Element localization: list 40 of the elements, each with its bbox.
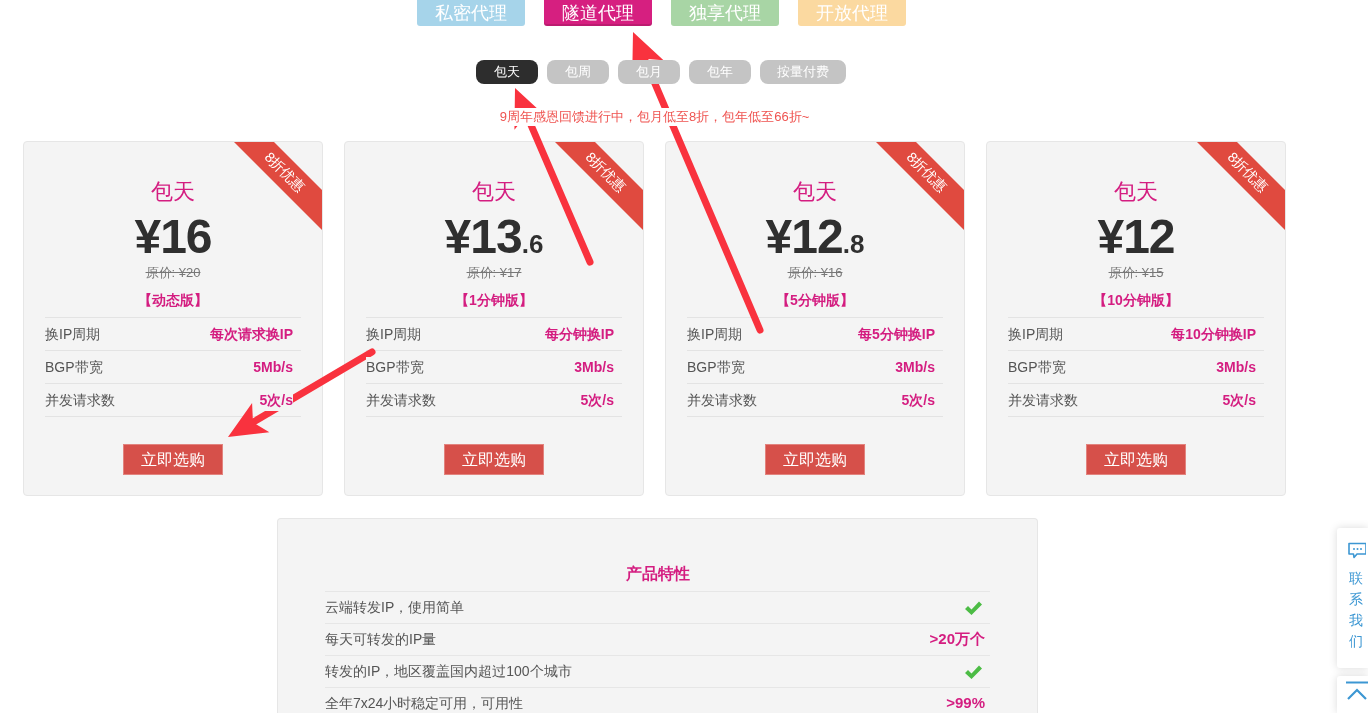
discount-ribbon: 8折优惠 — [234, 142, 322, 230]
original-price: 原价: ¥20 — [145, 264, 201, 282]
feature-value: >99% — [946, 693, 986, 713]
contact-button[interactable]: 联系我们 — [1337, 528, 1368, 668]
plan-title: 包天 — [151, 178, 195, 206]
discount-ribbon: 8折优惠 — [876, 142, 964, 230]
discount-ribbon: 8折优惠 — [1197, 142, 1285, 230]
checkmark-icon — [965, 664, 982, 679]
plan-price: ¥12 — [1097, 213, 1175, 261]
plan-edition: 【1分钟版】 — [455, 291, 533, 310]
original-price: 原价: ¥16 — [787, 264, 843, 282]
chat-icon — [1347, 542, 1366, 560]
features-title: 产品特性 — [625, 564, 690, 584]
plan-price: ¥16 — [134, 213, 212, 261]
feature-label: 转发的IP，地区覆盖国内超过100个城市 — [325, 662, 572, 681]
plan-price: ¥12.8 — [765, 213, 865, 261]
buy-button[interactable]: 立即选购 — [123, 444, 223, 475]
billing-tab[interactable]: 包天 — [475, 60, 538, 84]
plan-title: 包天 — [1114, 178, 1158, 206]
product-tab[interactable]: 隧道代理 — [544, 0, 652, 26]
buy-button[interactable]: 立即选购 — [1086, 444, 1186, 475]
back-to-top-button[interactable] — [1337, 676, 1368, 713]
plan-title: 包天 — [472, 178, 516, 206]
buy-button[interactable]: 立即选购 — [765, 444, 865, 475]
discount-ribbon: 8折优惠 — [555, 142, 643, 230]
chevron-up-icon — [1346, 681, 1368, 701]
buy-button[interactable]: 立即选购 — [444, 444, 544, 475]
original-price: 原价: ¥17 — [466, 264, 522, 282]
promo-text: 9周年感恩回馈进行中，包月低至8折，包年低至66折~ — [499, 108, 810, 126]
original-price: 原价: ¥15 — [1108, 264, 1164, 282]
plan-edition: 【10分钟版】 — [1093, 291, 1179, 310]
plan-edition: 【动态版】 — [138, 291, 208, 310]
feature-label: 全年7x24小时稳定可用，可用性 — [325, 694, 524, 713]
plan-edition: 【5分钟版】 — [776, 291, 854, 310]
plan-title: 包天 — [793, 178, 837, 206]
feature-value: >20万个 — [929, 629, 986, 650]
feature-label: 云端转发IP，使用简单 — [325, 598, 465, 617]
feature-label: 每天可转发的IP量 — [325, 630, 437, 649]
plan-price: ¥13.6 — [444, 213, 544, 261]
checkmark-icon — [965, 600, 982, 615]
